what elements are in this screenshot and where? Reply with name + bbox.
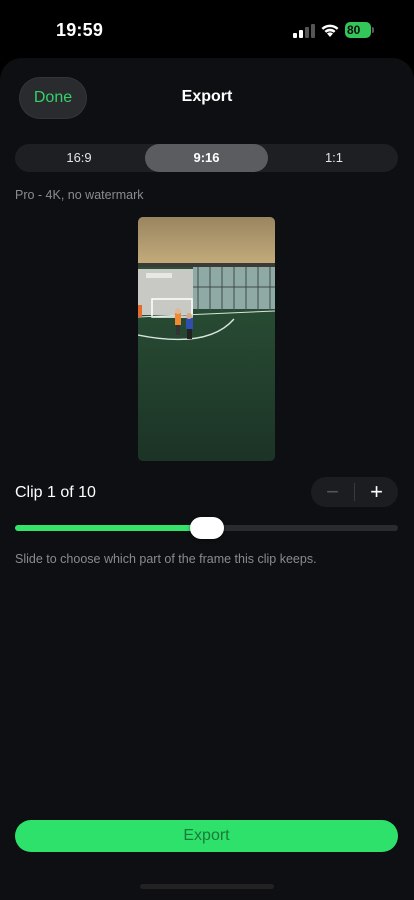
aspect-option-9-16[interactable]: 9:16 <box>145 144 268 172</box>
home-indicator <box>140 884 274 889</box>
battery-body: 80 <box>345 22 371 38</box>
export-button[interactable]: Export <box>15 820 398 852</box>
signal-icon <box>293 24 315 38</box>
aspect-option-1-1[interactable]: 1:1 <box>270 144 398 172</box>
video-frame-image <box>138 217 275 461</box>
export-sheet: Done Export 16:9 9:16 1:1 Pro - 4K, no w… <box>0 58 414 900</box>
previous-clip-button[interactable]: − <box>311 477 354 507</box>
clip-stepper: − + <box>311 477 398 507</box>
clip-label: Clip 1 of 10 <box>15 484 96 501</box>
battery-icon: 80 <box>345 22 375 38</box>
status-time: 19:59 <box>56 20 104 40</box>
wifi-icon <box>321 24 339 37</box>
aspect-ratio-control: 16:9 9:16 1:1 <box>15 144 398 172</box>
video-preview <box>138 217 275 461</box>
frame-position-slider[interactable] <box>15 513 398 543</box>
battery-level: 80 <box>347 23 361 37</box>
page-title: Export <box>181 88 233 105</box>
slider-thumb[interactable] <box>190 517 224 539</box>
plan-note: Pro - 4K, no watermark <box>15 188 144 202</box>
slider-hint: Slide to choose which part of the frame … <box>15 552 317 566</box>
battery-tip <box>372 27 374 33</box>
next-clip-button[interactable]: + <box>355 477 398 507</box>
status-bar: 19:59 80 <box>0 0 414 60</box>
aspect-option-16-9[interactable]: 16:9 <box>15 144 143 172</box>
slider-fill <box>15 525 207 531</box>
